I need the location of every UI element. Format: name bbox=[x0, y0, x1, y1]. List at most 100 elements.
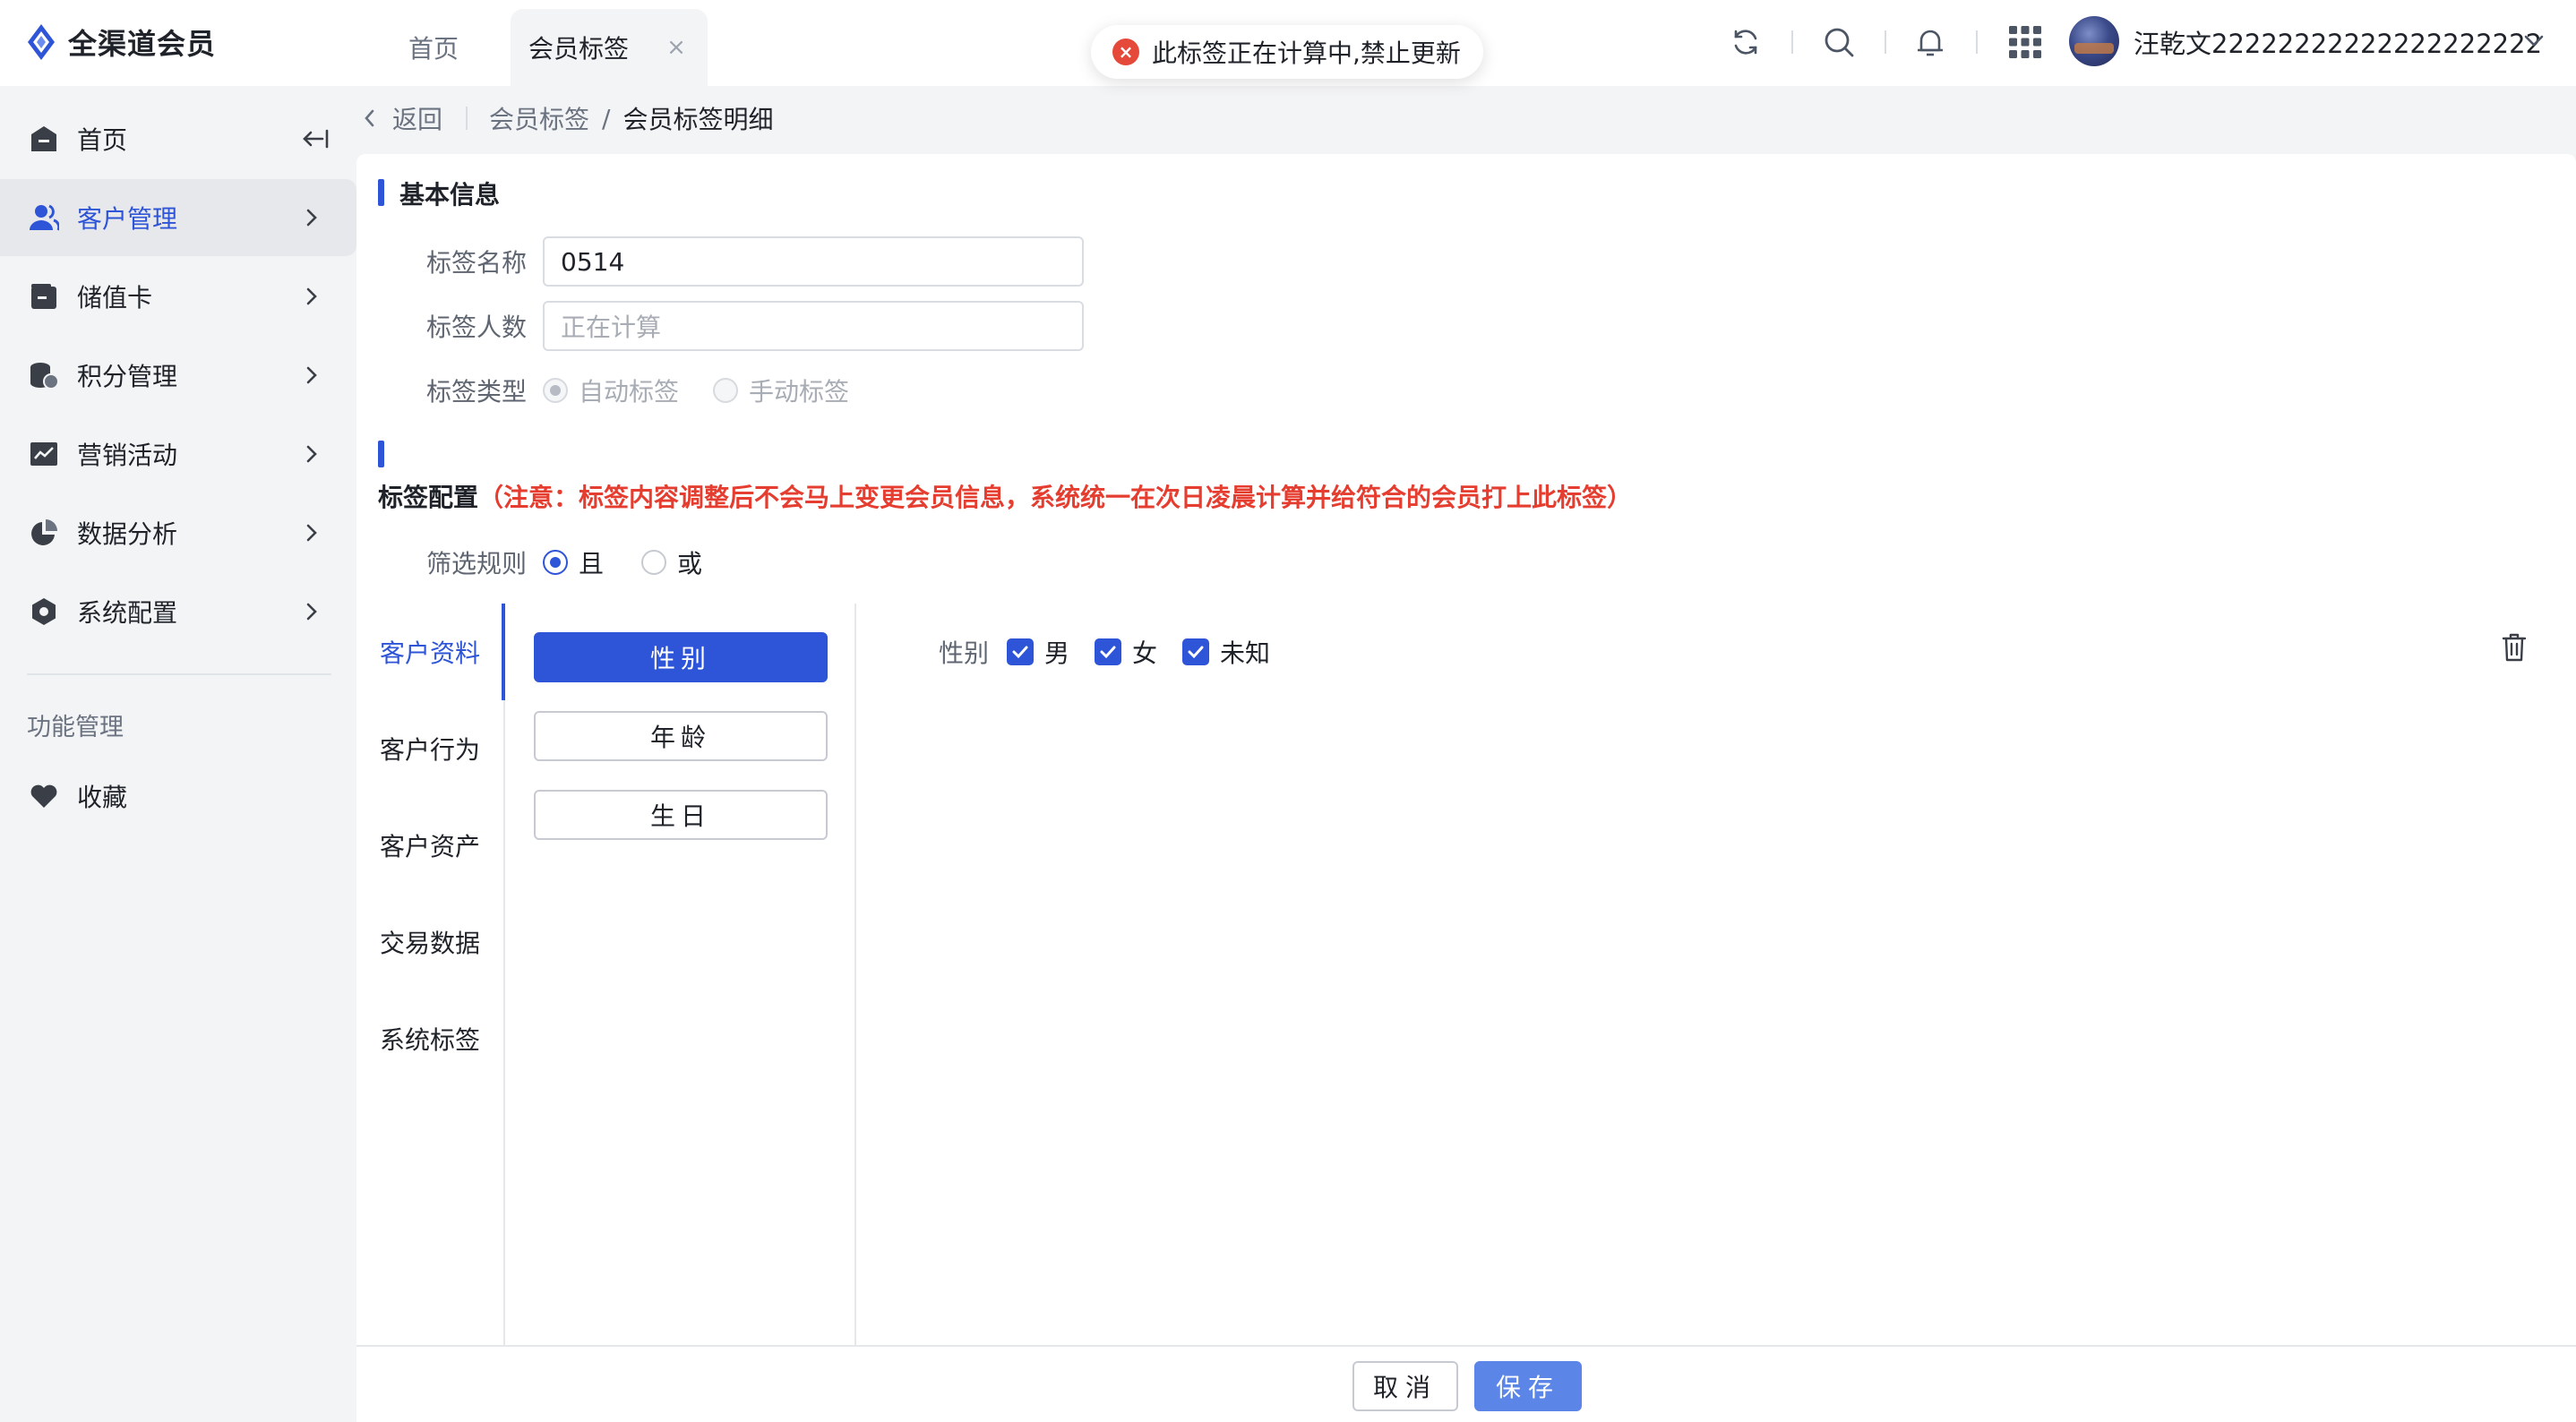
tab-label: 首页 bbox=[408, 34, 459, 64]
tag-config-heading: 标签配置（注意：标签内容调整后不会马上变更会员信息，系统统一在次日凌晨计算并给符… bbox=[378, 478, 1632, 514]
chevron-left-icon[interactable] bbox=[360, 107, 378, 130]
header-divider bbox=[1791, 30, 1793, 54]
tag-name-input[interactable]: 0514 bbox=[543, 236, 1084, 287]
sidebar-section-title: 功能管理 bbox=[27, 714, 124, 741]
male-label[interactable]: 男 bbox=[1044, 634, 1069, 670]
header-divider bbox=[1976, 30, 1978, 54]
unknown-label[interactable]: 未知 bbox=[1220, 634, 1270, 670]
basic-info-title: 基本信息 bbox=[399, 180, 501, 210]
gender-rule-row: 性别 男 女 未知 bbox=[939, 634, 1295, 670]
coins-icon bbox=[30, 363, 59, 390]
chevron-right-icon bbox=[306, 209, 317, 227]
sidebar: 首页 客户管理 储值卡 积分管理 营销活动 数据分析 系统配置 功能管理 收藏 bbox=[0, 86, 356, 1422]
chevron-right-icon bbox=[306, 603, 317, 621]
category-system-tags[interactable]: 系统标签 bbox=[356, 990, 505, 1087]
female-checkbox[interactable] bbox=[1095, 638, 1122, 665]
sidebar-item-system-config[interactable]: 系统配置 bbox=[0, 573, 356, 650]
sidebar-item-label: 积分管理 bbox=[77, 362, 178, 391]
chevron-right-icon bbox=[306, 287, 317, 305]
error-toast: × 此标签正在计算中,禁止更新 bbox=[1091, 25, 1483, 79]
sidebar-item-stored-value-card[interactable]: 储值卡 bbox=[0, 258, 356, 335]
tag-config-title: 标签配置 bbox=[378, 483, 479, 512]
field-birthday-button[interactable]: 生日 bbox=[534, 790, 828, 840]
field-age-button[interactable]: 年龄 bbox=[534, 711, 828, 761]
sidebar-item-marketing[interactable]: 营销活动 bbox=[0, 415, 356, 493]
app-logo[interactable]: 全渠道会员 bbox=[27, 20, 216, 64]
manual-tag-radio bbox=[713, 378, 739, 403]
category-customer-profile[interactable]: 客户资料 bbox=[356, 604, 505, 700]
tab-home[interactable]: 首页 bbox=[380, 9, 487, 86]
filter-rule-radio-group: 且 或 bbox=[543, 544, 736, 580]
avatar[interactable] bbox=[2069, 16, 2119, 66]
user-name[interactable]: 汪乾文22222222222222222222 bbox=[2134, 23, 2542, 61]
tag-count-label: 标签人数 bbox=[425, 313, 527, 342]
male-checkbox[interactable] bbox=[1007, 638, 1035, 665]
field-gender-button[interactable]: 性别 bbox=[534, 632, 828, 682]
hexagon-settings-icon bbox=[32, 598, 56, 625]
and-label[interactable]: 且 bbox=[579, 544, 604, 580]
delete-icon[interactable] bbox=[2501, 632, 2528, 663]
and-radio[interactable] bbox=[543, 550, 568, 575]
manual-tag-label: 手动标签 bbox=[749, 377, 850, 407]
category-customer-behavior[interactable]: 客户行为 bbox=[356, 700, 505, 797]
unknown-checkbox[interactable] bbox=[1182, 638, 1210, 665]
sidebar-item-analytics[interactable]: 数据分析 bbox=[0, 494, 356, 571]
app-name: 全渠道会员 bbox=[68, 27, 217, 61]
tab-close-icon[interactable]: × bbox=[663, 34, 690, 61]
sidebar-item-label: 储值卡 bbox=[77, 283, 153, 313]
tag-name-label: 标签名称 bbox=[425, 248, 527, 278]
collapse-sidebar-icon[interactable] bbox=[301, 125, 330, 152]
refresh-icon[interactable] bbox=[1725, 21, 1766, 63]
tab-member-tags[interactable]: 会员标签 × bbox=[511, 9, 708, 86]
save-button[interactable]: 保存 bbox=[1474, 1361, 1582, 1411]
chevron-right-icon bbox=[306, 445, 317, 463]
section-marker bbox=[378, 441, 384, 467]
filter-rule-label: 筛选规则 bbox=[425, 549, 527, 578]
config-rule-detail: 性别 男 女 未知 bbox=[856, 604, 2576, 1345]
chevron-right-icon bbox=[306, 524, 317, 542]
section-marker bbox=[378, 179, 384, 206]
home-icon bbox=[31, 126, 56, 151]
female-label[interactable]: 女 bbox=[1132, 634, 1157, 670]
sidebar-item-label: 收藏 bbox=[77, 783, 128, 812]
breadcrumb-current: 会员标签明细 bbox=[623, 105, 774, 134]
bell-icon[interactable] bbox=[1910, 21, 1951, 63]
search-icon[interactable] bbox=[1818, 21, 1859, 63]
or-radio[interactable] bbox=[641, 550, 667, 575]
sidebar-item-label: 营销活动 bbox=[77, 441, 178, 470]
breadcrumb: 返回 会员标签 / 会员标签明细 bbox=[360, 100, 773, 136]
sidebar-divider bbox=[27, 673, 331, 675]
category-transaction-data[interactable]: 交易数据 bbox=[356, 894, 505, 990]
sidebar-item-label: 客户管理 bbox=[77, 204, 178, 234]
tab-label: 会员标签 bbox=[528, 34, 630, 64]
sidebar-item-customers[interactable]: 客户管理 bbox=[0, 179, 356, 256]
tag-detail-panel: 基本信息 标签名称 0514 标签人数 正在计算 标签类型 自动标签 手动标签 … bbox=[356, 154, 2576, 1345]
breadcrumb-member-tags[interactable]: 会员标签 bbox=[489, 100, 589, 136]
gender-rule-label: 性别 bbox=[939, 638, 990, 668]
category-customer-assets[interactable]: 客户资产 bbox=[356, 797, 505, 894]
pie-chart-icon bbox=[31, 519, 57, 545]
tag-type-label: 标签类型 bbox=[425, 377, 527, 407]
wallet-icon bbox=[31, 284, 56, 309]
error-icon: × bbox=[1112, 39, 1139, 65]
sidebar-item-favorites[interactable]: 收藏 bbox=[0, 758, 356, 835]
logo-icon bbox=[28, 24, 55, 60]
top-header: 全渠道会员 首页 会员标签 × × 此标签正在计算中,禁止更新 汪乾文22222… bbox=[0, 0, 2576, 86]
breadcrumb-separator: / bbox=[602, 103, 611, 133]
breadcrumb-divider bbox=[466, 107, 468, 130]
sidebar-item-home[interactable]: 首页 bbox=[0, 100, 356, 177]
back-link[interactable]: 返回 bbox=[392, 100, 442, 136]
tag-type-radio-group: 自动标签 手动标签 bbox=[543, 373, 883, 408]
config-field-list: 性别 年龄 生日 bbox=[505, 604, 856, 1345]
or-label[interactable]: 或 bbox=[677, 544, 702, 580]
sidebar-item-points[interactable]: 积分管理 bbox=[0, 337, 356, 414]
sidebar-item-label: 首页 bbox=[77, 125, 128, 155]
chevron-down-icon[interactable] bbox=[2520, 25, 2547, 57]
tag-config-notice: （注意：标签内容调整后不会马上变更会员信息，系统统一在次日凌晨计算并给符合的会员… bbox=[478, 483, 1633, 512]
cancel-button[interactable]: 取消 bbox=[1352, 1361, 1458, 1411]
auto-tag-label: 自动标签 bbox=[579, 377, 680, 407]
chevron-right-icon bbox=[306, 366, 317, 384]
form-footer: 取消 保存 bbox=[356, 1345, 2576, 1422]
apps-grid-icon[interactable] bbox=[2005, 21, 2046, 63]
sidebar-item-label: 系统配置 bbox=[77, 598, 178, 628]
